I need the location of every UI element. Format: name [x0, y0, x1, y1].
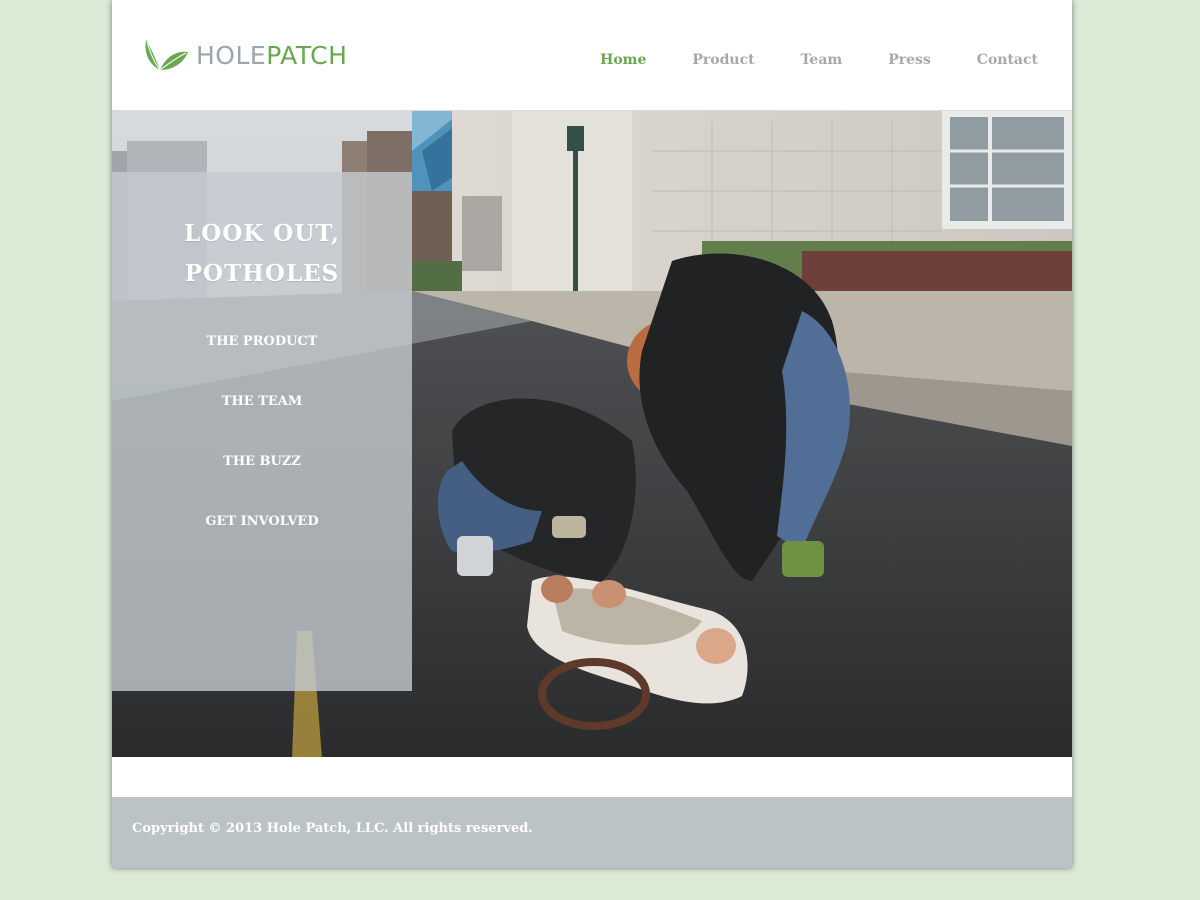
side-link-team[interactable]: THE TEAM — [112, 392, 412, 452]
hero-side-panel: LOOK OUT, POTHOLES THE PRODUCT THE TEAM … — [112, 172, 412, 691]
logo-text-hole: HOLE — [196, 41, 267, 70]
hero-headline: LOOK OUT, POTHOLES — [112, 214, 412, 294]
side-link-get-involved[interactable]: GET INVOLVED — [112, 512, 412, 572]
content-spacer — [112, 757, 1072, 797]
page-container: HOLEPATCH Home Product Team Press Contac… — [112, 0, 1072, 868]
site-footer: Copyright © 2013 Hole Patch, LLC. All ri… — [112, 797, 1072, 868]
hero-side-links: THE PRODUCT THE TEAM THE BUZZ GET INVOLV… — [112, 332, 412, 572]
logo-text-patch: PATCH — [266, 41, 348, 70]
hero-headline-line1: LOOK OUT, — [184, 220, 340, 247]
hero-headline-line2: POTHOLES — [184, 260, 340, 287]
side-link-product[interactable]: THE PRODUCT — [112, 332, 412, 392]
nav-press[interactable]: Press — [888, 52, 931, 68]
nav-team[interactable]: Team — [801, 52, 843, 68]
nav-product[interactable]: Product — [692, 52, 754, 68]
leaf-logo-icon — [145, 40, 188, 71]
copyright-text: Copyright © 2013 Hole Patch, LLC. All ri… — [132, 821, 533, 836]
side-link-buzz[interactable]: THE BUZZ — [112, 452, 412, 512]
logo-wordmark: HOLEPATCH — [196, 38, 347, 74]
main-nav: Home Product Team Press Contact — [554, 52, 1038, 68]
hero-section: LOOK OUT, POTHOLES THE PRODUCT THE TEAM … — [112, 110, 1072, 758]
nav-home[interactable]: Home — [600, 52, 646, 68]
site-header: HOLEPATCH Home Product Team Press Contac… — [112, 0, 1072, 110]
logo[interactable]: HOLEPATCH — [142, 38, 347, 74]
nav-contact[interactable]: Contact — [977, 52, 1038, 68]
